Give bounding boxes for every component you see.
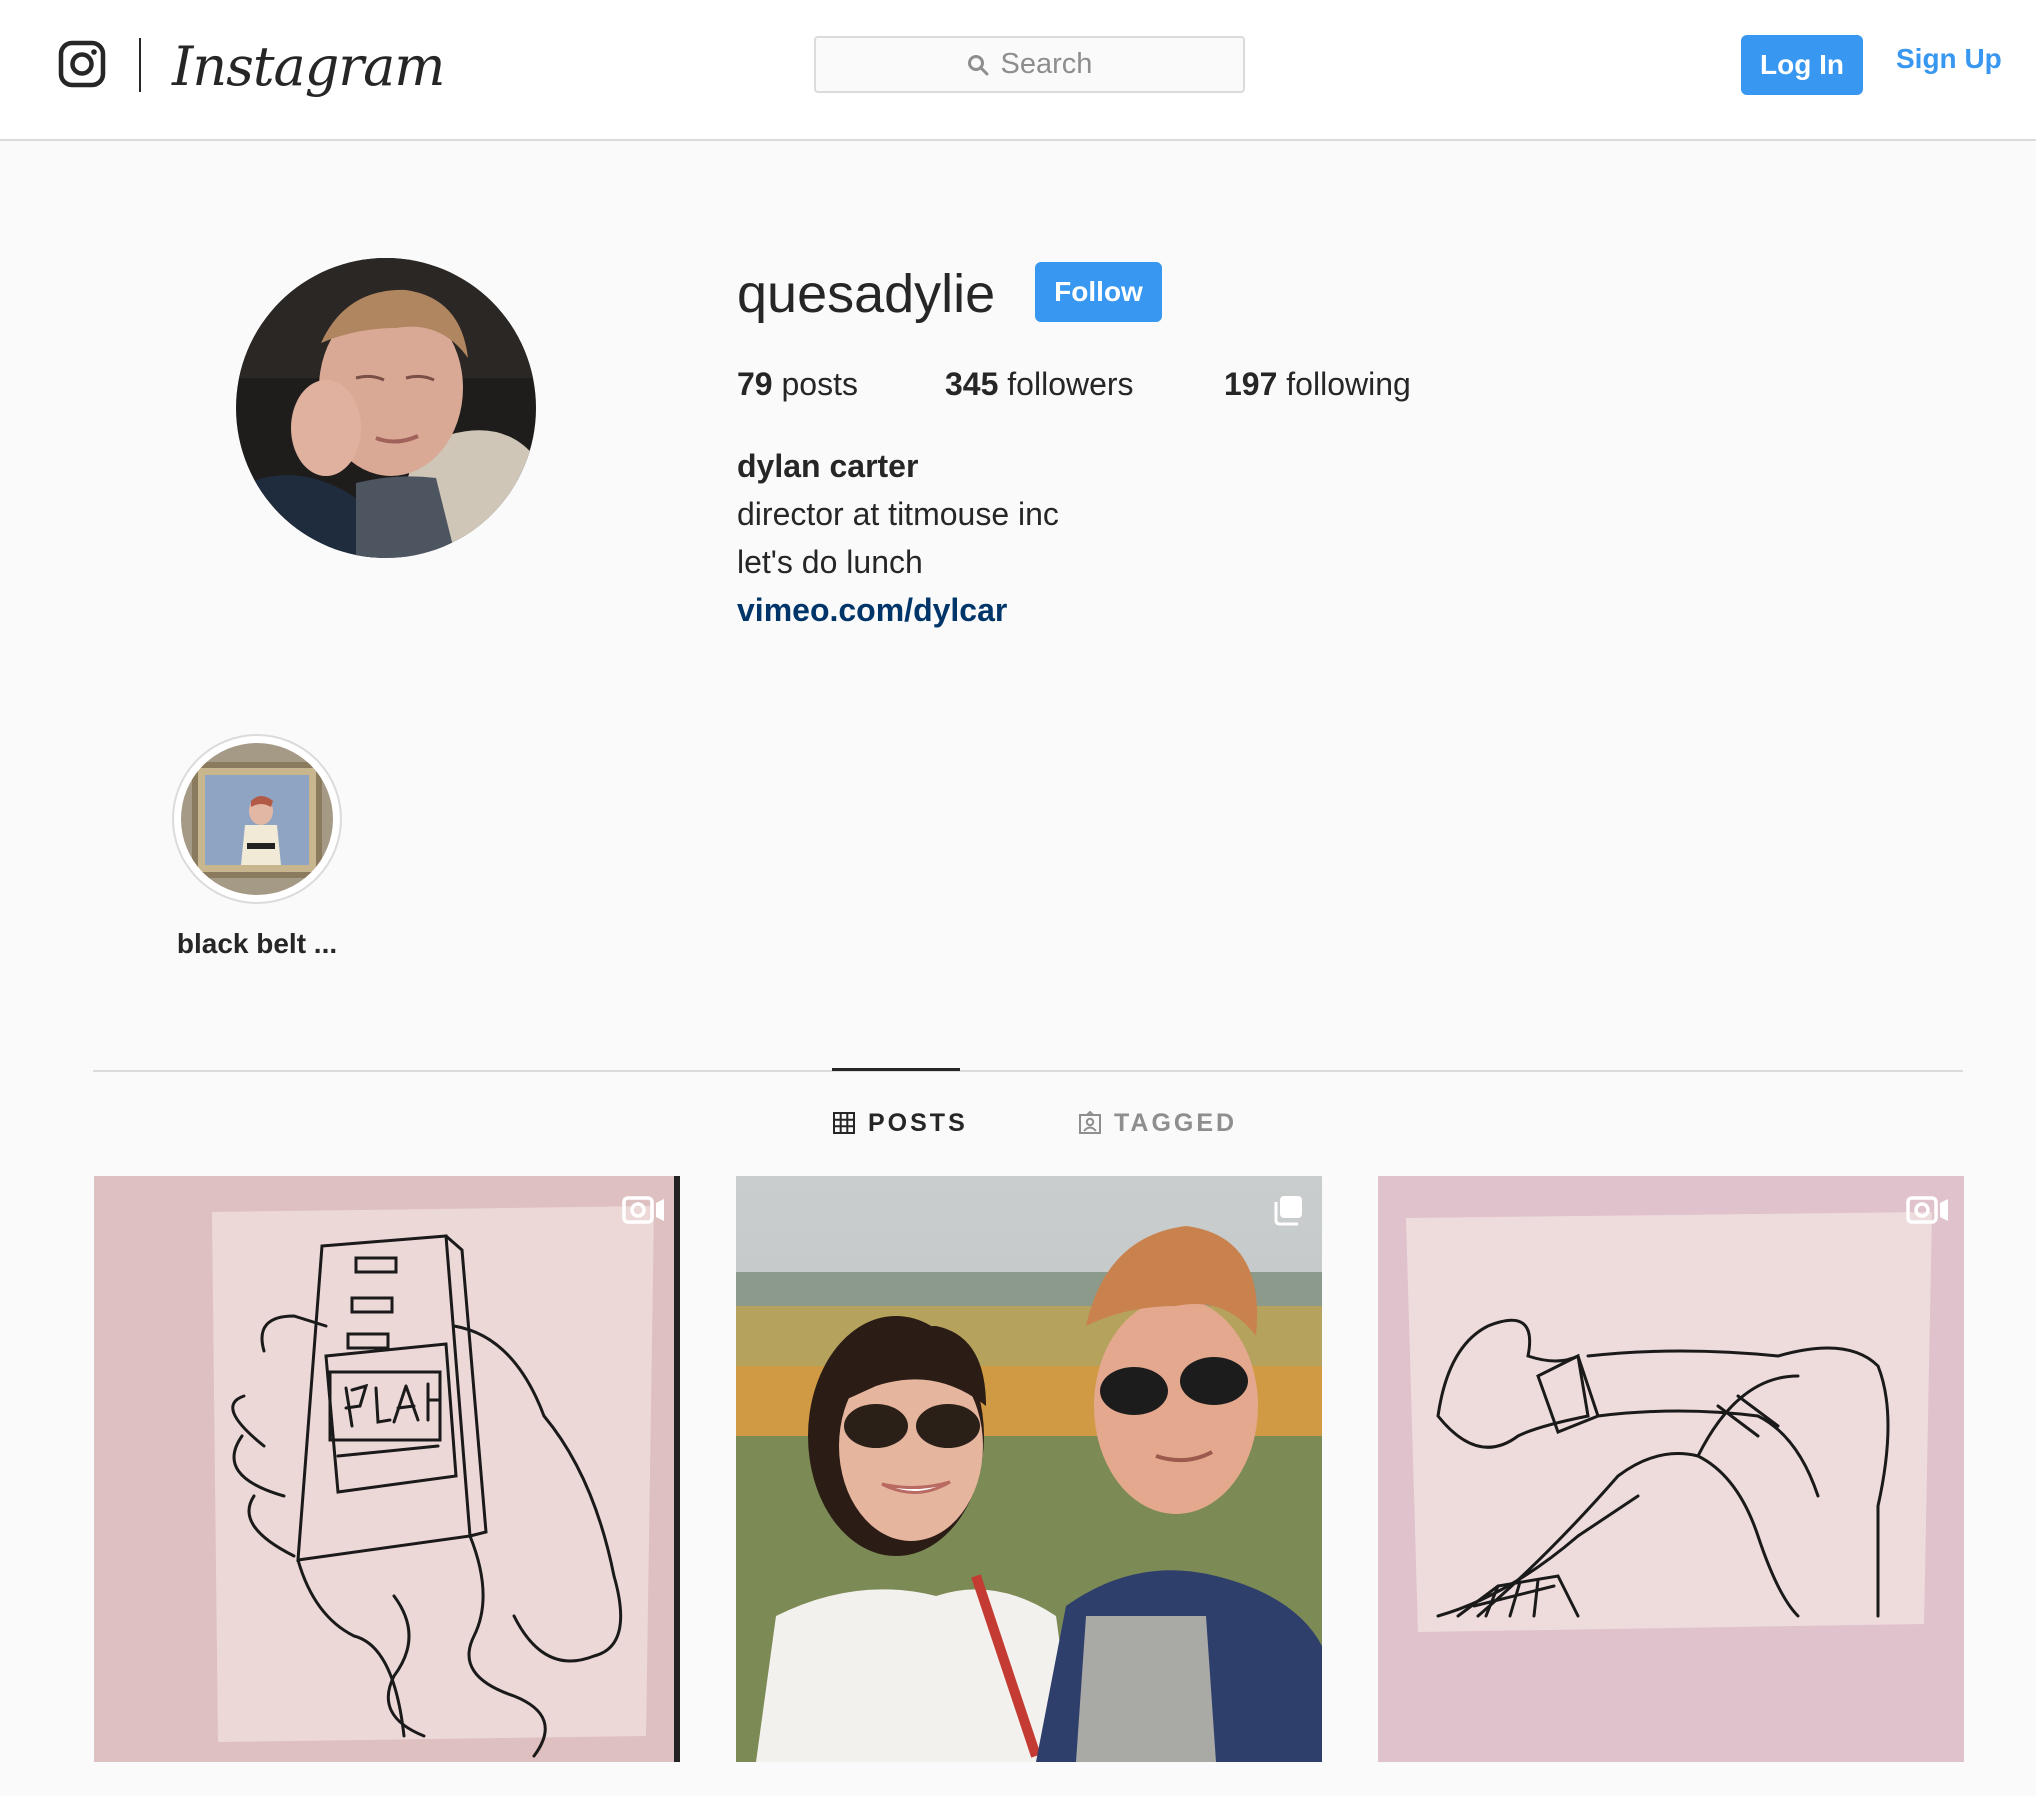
search-placeholder: Search bbox=[1000, 48, 1093, 80]
search-input[interactable]: Search bbox=[814, 36, 1245, 93]
posts-label: posts bbox=[781, 366, 858, 402]
search-icon bbox=[967, 54, 989, 75]
post-thumbnail[interactable] bbox=[1378, 1176, 1964, 1762]
profile-username: quesadylie bbox=[737, 264, 996, 324]
posts-count-stat: 79 posts bbox=[737, 364, 858, 404]
instagram-camera-icon[interactable] bbox=[58, 40, 106, 88]
bio-line: director at titmouse inc bbox=[737, 496, 1059, 532]
tab-label: POSTS bbox=[868, 1109, 968, 1137]
instagram-wordmark-logo[interactable]: Instagram bbox=[172, 32, 445, 102]
grid-icon bbox=[833, 1112, 855, 1134]
followers-count-stat[interactable]: 345 followers bbox=[945, 364, 1134, 404]
carousel-icon bbox=[1274, 1196, 1302, 1226]
tabs-divider bbox=[93, 1070, 1963, 1072]
story-highlight-label: black belt ... bbox=[176, 928, 338, 959]
profile-avatar[interactable] bbox=[236, 258, 536, 558]
top-nav-bar: Instagram Search Log In Sign Up bbox=[0, 0, 2036, 141]
posts-count: 79 bbox=[737, 366, 773, 402]
story-highlight[interactable] bbox=[172, 734, 342, 904]
active-tab-indicator bbox=[832, 1068, 960, 1071]
login-button[interactable]: Log In bbox=[1741, 35, 1863, 95]
tab-label: TAGGED bbox=[1114, 1109, 1238, 1137]
tagged-icon bbox=[1079, 1111, 1101, 1134]
post-thumbnail[interactable] bbox=[736, 1176, 1322, 1762]
following-count-stat[interactable]: 197 following bbox=[1224, 364, 1411, 404]
story-highlight-thumbnail bbox=[181, 743, 333, 895]
signup-link[interactable]: Sign Up bbox=[1896, 40, 2002, 78]
tab-tagged[interactable]: TAGGED bbox=[1078, 1105, 1237, 1141]
video-icon bbox=[1906, 1196, 1948, 1224]
followers-label: followers bbox=[1007, 366, 1134, 402]
video-icon bbox=[622, 1196, 664, 1224]
bio-website-link[interactable]: vimeo.com/dylcar bbox=[737, 590, 1007, 630]
bio-line: let's do lunch bbox=[737, 544, 923, 580]
following-label: following bbox=[1286, 366, 1411, 402]
post-thumbnail[interactable] bbox=[94, 1176, 680, 1762]
profile-full-name: dylan carter bbox=[737, 448, 919, 484]
followers-count: 345 bbox=[945, 366, 999, 402]
follow-button[interactable]: Follow bbox=[1035, 262, 1162, 322]
following-count: 197 bbox=[1224, 366, 1278, 402]
logo-divider bbox=[139, 38, 141, 92]
tab-posts[interactable]: POSTS bbox=[832, 1105, 968, 1141]
